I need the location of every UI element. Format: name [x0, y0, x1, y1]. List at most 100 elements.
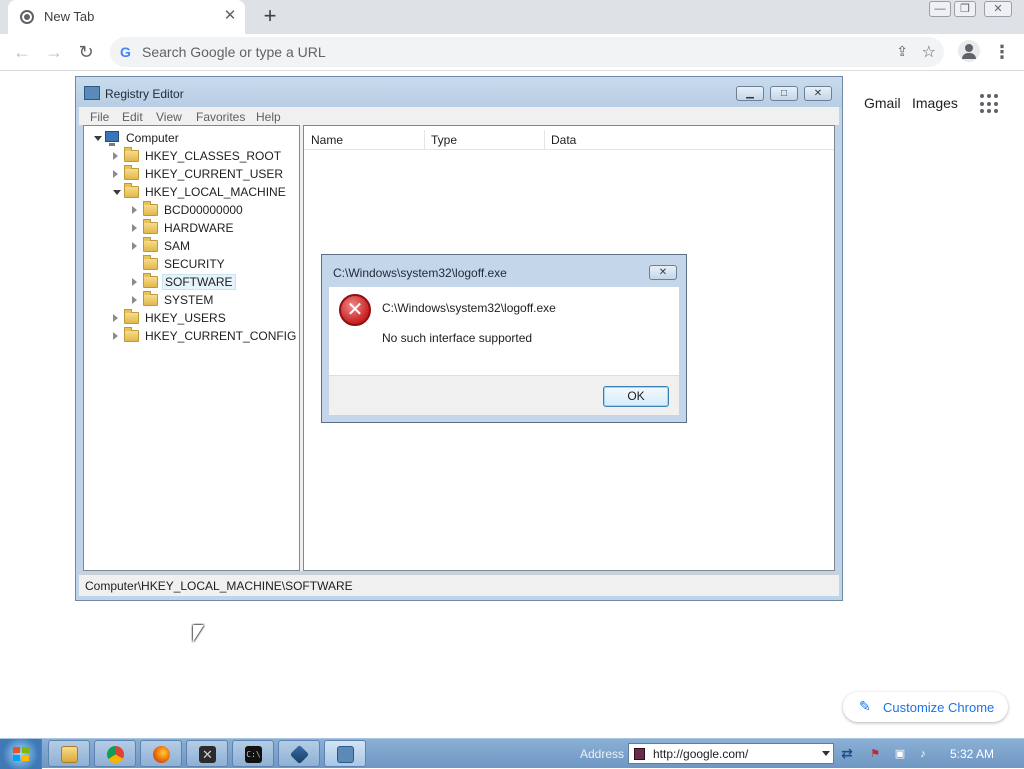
taskbar-explorer-button[interactable]: [48, 740, 90, 767]
expand-arrow-icon[interactable]: [113, 152, 118, 160]
clock[interactable]: 5:32 AM: [950, 747, 994, 761]
pencil-icon: ✎: [859, 698, 871, 714]
status-bar: Computer\HKEY_LOCAL_MACHINE\SOFTWARE: [79, 574, 839, 596]
tree-node-label: HARDWARE: [164, 221, 234, 235]
dialog-footer: OK: [329, 375, 679, 415]
menu-help[interactable]: Help: [256, 110, 281, 124]
folder-icon: [143, 237, 158, 252]
taskbar-chrome-button[interactable]: [94, 740, 136, 767]
expand-arrow-icon[interactable]: [132, 224, 137, 232]
folder-icon: [143, 201, 158, 216]
taskbar: ✕ C:\ Address http://google.com/ ⇄ ⚑ ▣ ♪…: [0, 738, 1024, 769]
menu-view[interactable]: View: [156, 110, 182, 124]
dialog-message-path: C:\Windows\system32\logoff.exe: [382, 301, 556, 315]
maximize-icon[interactable]: □: [770, 86, 798, 101]
column-header-data[interactable]: Data: [551, 133, 576, 147]
star-icon[interactable]: ☆: [922, 42, 936, 62]
column-header-name[interactable]: Name: [311, 133, 343, 147]
tree-node-label: SOFTWARE: [162, 274, 236, 290]
dialog-body: ✕ C:\Windows\system32\logoff.exe No such…: [329, 287, 679, 375]
apps-grid-icon[interactable]: [980, 94, 1000, 114]
window-title: Registry Editor: [105, 87, 184, 101]
profile-icon[interactable]: [958, 40, 980, 62]
taskbar-terminal-x-button[interactable]: ✕: [186, 740, 228, 767]
expand-arrow-icon[interactable]: [113, 170, 118, 178]
address-label: Address: [580, 747, 625, 761]
ok-button[interactable]: OK: [603, 386, 669, 407]
menu-kebab-icon[interactable]: ⋮: [992, 40, 1012, 64]
omnibox-placeholder[interactable]: Search Google or type a URL: [142, 44, 326, 60]
folder-icon: [124, 165, 139, 180]
gmail-link[interactable]: Gmail: [864, 95, 901, 111]
expand-arrow-icon[interactable]: [132, 278, 137, 286]
monitor-icon[interactable]: ▣: [893, 747, 907, 761]
forward-arrow-icon[interactable]: →: [42, 40, 66, 64]
new-tab-button[interactable]: +: [258, 5, 282, 29]
computer-icon: [105, 131, 119, 146]
minimize-icon[interactable]: —: [929, 1, 951, 17]
omnibox[interactable]: G Search Google or type a URL ⇪ ☆: [110, 37, 944, 67]
folder-icon: [143, 255, 158, 270]
expand-arrow-icon[interactable]: [132, 242, 137, 250]
taskbar-virtualbox-button[interactable]: [278, 740, 320, 767]
registry-tree: Computer HKEY_CLASSES_ROOT HKEY_CURRENT_…: [83, 125, 300, 571]
virtualbox-icon: [289, 744, 310, 765]
tree-node-label: HKEY_CLASSES_ROOT: [145, 149, 282, 163]
tab-new-tab[interactable]: New Tab ✕: [8, 0, 245, 34]
images-link[interactable]: Images: [912, 95, 958, 111]
minimize-icon[interactable]: ▁: [736, 86, 764, 101]
column-divider[interactable]: [424, 130, 425, 150]
collapse-arrow-icon[interactable]: [94, 136, 102, 141]
tree-node-label: SAM: [164, 239, 191, 253]
restore-icon[interactable]: ❐: [954, 1, 976, 17]
menu-edit[interactable]: Edit: [122, 110, 143, 124]
folder-icon: [143, 291, 158, 306]
tree-node-label: Computer: [126, 131, 179, 145]
window-close-icon[interactable]: ✕: [984, 1, 1012, 17]
taskbar-regedit-button[interactable]: [324, 740, 366, 767]
volume-icon[interactable]: ♪: [916, 747, 930, 761]
folder-open-icon: [124, 183, 139, 198]
back-arrow-icon[interactable]: ←: [10, 40, 34, 64]
close-icon[interactable]: ✕: [804, 86, 832, 101]
chrome-favicon-icon: [20, 10, 34, 24]
command-prompt-icon: C:\: [245, 746, 262, 763]
browser-toolbar: ← → ↻ G Search Google or type a URL ⇪ ☆ …: [0, 34, 1024, 71]
status-path: Computer\HKEY_LOCAL_MACHINE\SOFTWARE: [85, 579, 353, 593]
windows-logo-icon: [13, 747, 29, 761]
share-icon[interactable]: ⇪: [896, 43, 908, 60]
tree-node-label: SECURITY: [164, 257, 225, 271]
tree-node-label: HKEY_CURRENT_USER: [145, 167, 284, 181]
chevron-down-icon[interactable]: [822, 751, 830, 756]
menu-bar: File Edit View Favorites Help: [79, 107, 839, 125]
tab-close-icon[interactable]: ✕: [221, 7, 239, 25]
tab-strip: New Tab ✕ + — ❐ ✕: [0, 0, 1024, 34]
tree-node-label: HKEY_LOCAL_MACHINE: [145, 185, 286, 199]
tab-title: New Tab: [44, 9, 95, 24]
taskbar-cmd-button[interactable]: C:\: [232, 740, 274, 767]
address-url[interactable]: http://google.com/: [653, 747, 748, 761]
registry-editor-titlebar[interactable]: Registry Editor ▁ □ ✕: [76, 77, 842, 107]
error-dialog: C:\Windows\system32\logoff.exe ✕ ✕ C:\Wi…: [321, 254, 687, 423]
taskbar-firefox-button[interactable]: [140, 740, 182, 767]
go-arrows-icon[interactable]: ⇄: [838, 744, 856, 763]
network-x-icon[interactable]: ⚑: [868, 747, 882, 761]
expand-arrow-icon[interactable]: [113, 332, 118, 340]
menu-favorites[interactable]: Favorites: [196, 110, 245, 124]
dialog-title: C:\Windows\system32\logoff.exe: [333, 266, 507, 280]
close-icon[interactable]: ✕: [649, 265, 677, 280]
address-field[interactable]: http://google.com/: [628, 743, 834, 764]
column-header-type[interactable]: Type: [431, 133, 457, 147]
expand-arrow-icon[interactable]: [132, 296, 137, 304]
expand-arrow-icon[interactable]: [113, 314, 118, 322]
reload-icon[interactable]: ↻: [74, 40, 98, 64]
expand-arrow-icon[interactable]: [132, 206, 137, 214]
registry-editor-icon: [337, 746, 354, 763]
customize-chrome-button[interactable]: ✎ Customize Chrome: [843, 692, 1008, 722]
page-favicon-icon: [634, 748, 645, 760]
menu-file[interactable]: File: [90, 110, 109, 124]
column-divider[interactable]: [544, 130, 545, 150]
mouse-pointer-icon: [193, 625, 204, 642]
collapse-arrow-icon[interactable]: [113, 190, 121, 195]
start-button[interactable]: [0, 739, 42, 769]
